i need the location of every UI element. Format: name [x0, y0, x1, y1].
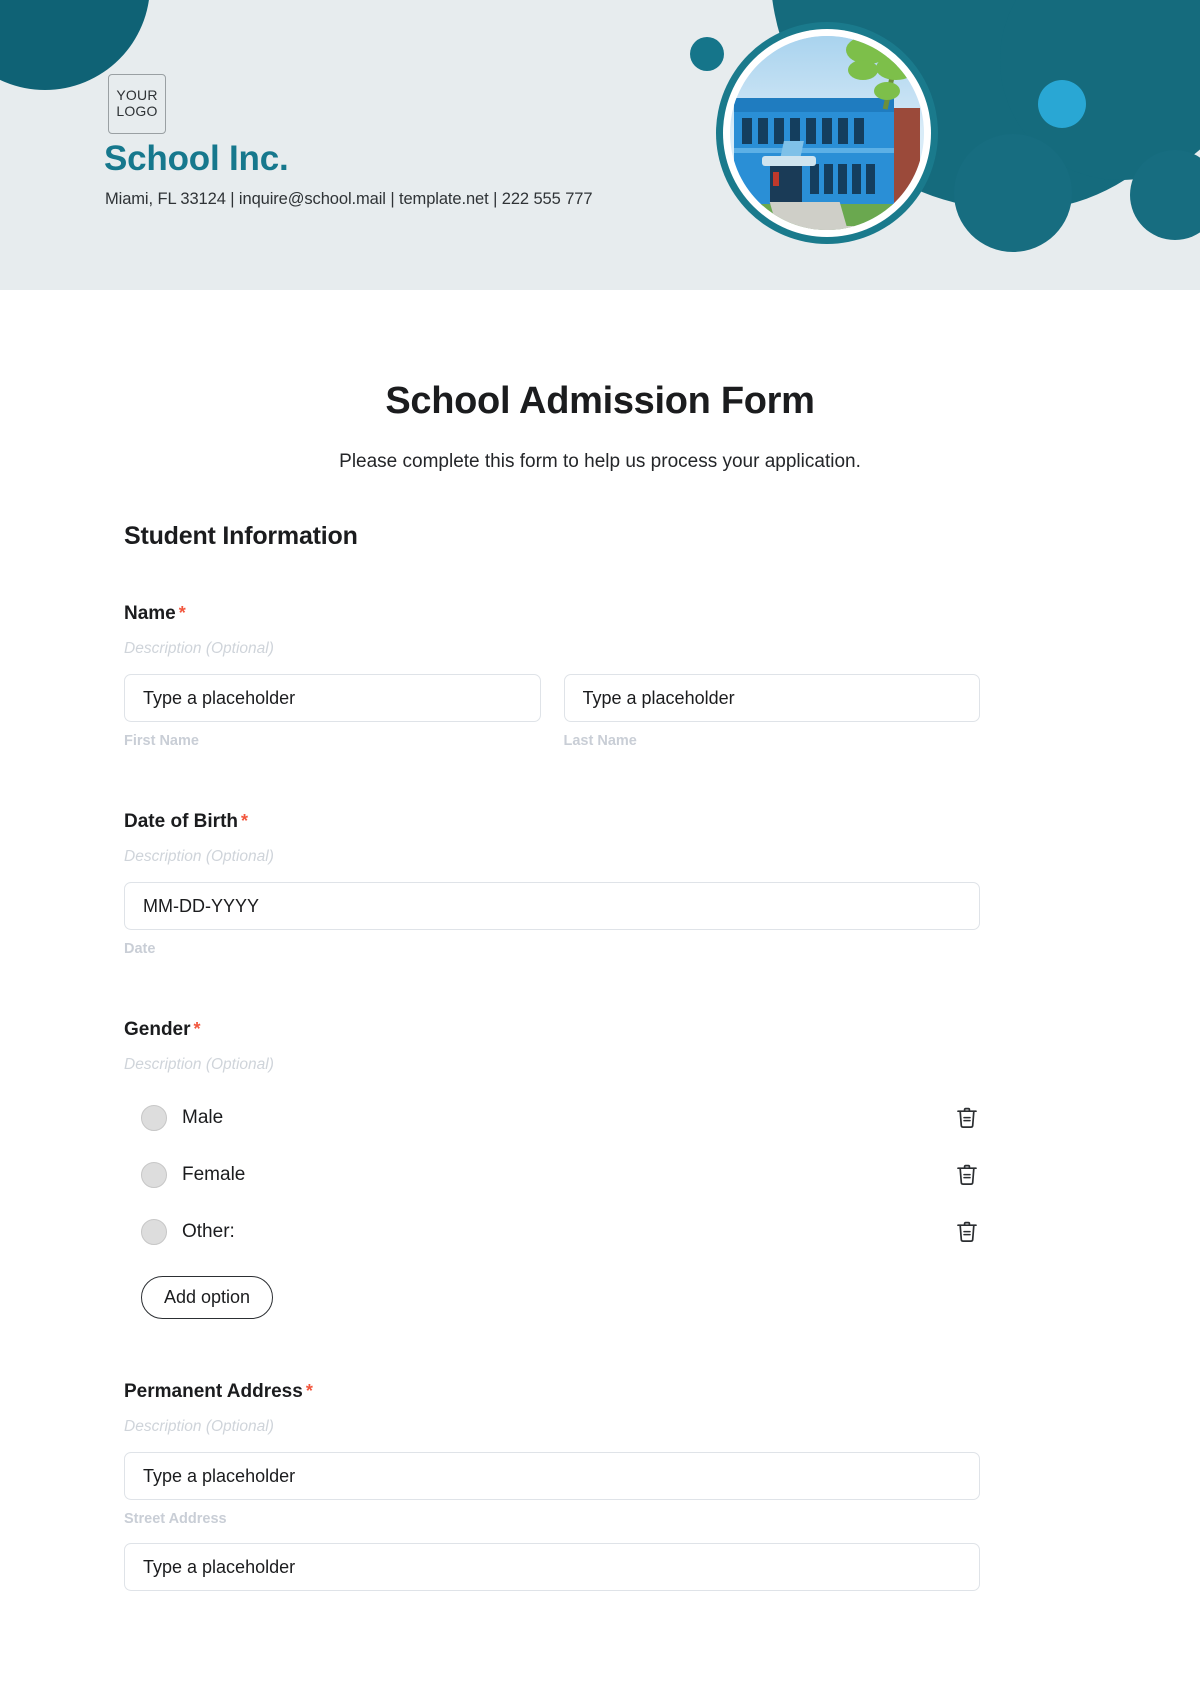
gender-option-female[interactable]: Female: [124, 1155, 980, 1195]
brand-name: School Inc.: [104, 139, 289, 178]
decorative-circle-light-blue: [1038, 80, 1086, 128]
photo-door-accent: [773, 172, 779, 186]
name-input-row: First Name Last Name: [124, 674, 980, 749]
field-description-gender: Description (Optional): [124, 1056, 274, 1073]
photo-window: [852, 164, 861, 194]
delete-option-male-button[interactable]: [954, 1104, 980, 1132]
field-description-date-of-birth: Description (Optional): [124, 848, 274, 865]
school-photo-frame: [716, 22, 938, 244]
page-title: School Admission Form: [385, 380, 815, 422]
gender-option-label: Female: [182, 1164, 246, 1185]
field-label-permanent-address: Permanent Address *: [124, 1381, 980, 1403]
page-header: YOUR LOGO School Inc. Miami, FL 33124 | …: [0, 0, 1200, 290]
photo-window: [774, 118, 784, 144]
street-address-input-row: Street Address: [124, 1452, 980, 1527]
required-marker: *: [305, 1381, 313, 1401]
photo-window: [742, 118, 752, 144]
photo-window: [824, 164, 833, 194]
delete-option-other-button[interactable]: [954, 1218, 980, 1246]
field-description-name: Description (Optional): [124, 640, 274, 657]
required-marker: *: [178, 603, 186, 623]
radio-button-other[interactable]: [141, 1219, 167, 1245]
trash-icon: [957, 1164, 977, 1185]
street-address-input[interactable]: [124, 1452, 980, 1500]
last-name-input[interactable]: [563, 674, 980, 722]
field-label-name: Name *: [124, 603, 980, 625]
add-option-button[interactable]: Add option: [141, 1276, 274, 1319]
school-building-photo: [730, 36, 924, 230]
photo-sidewalk: [730, 226, 924, 230]
photo-window: [838, 164, 847, 194]
first-name-sub-label: First Name: [124, 733, 199, 749]
section-title-student-information: Student Information: [124, 522, 358, 550]
gender-option-male[interactable]: Male: [124, 1098, 980, 1138]
field-label-gender-text: Gender: [124, 1019, 191, 1040]
trash-icon: [957, 1221, 977, 1242]
logo-line-2: LOGO: [116, 103, 158, 119]
field-label-name-text: Name: [124, 603, 176, 624]
photo-window: [810, 164, 819, 194]
address-line-2-group: [124, 1543, 980, 1591]
gender-option-label: Male: [182, 1107, 224, 1128]
field-label-date-of-birth-text: Date of Birth: [124, 811, 238, 832]
gender-options-list: Male Female Other: Add option: [124, 1098, 980, 1319]
first-name-input[interactable]: [124, 674, 541, 722]
admission-form: School Admission Form Please complete th…: [0, 380, 1200, 1591]
radio-button-male[interactable]: [141, 1105, 167, 1131]
address-line-2-input[interactable]: [124, 1543, 980, 1591]
photo-entrance-canopy: [762, 156, 816, 166]
first-name-group: First Name: [124, 674, 541, 749]
field-label-permanent-address-text: Permanent Address: [124, 1381, 303, 1402]
required-marker: *: [193, 1019, 201, 1039]
field-label-gender: Gender *: [124, 1019, 980, 1041]
photo-tree: [810, 36, 924, 126]
date-of-birth-group: Date: [124, 882, 980, 957]
photo-tree-foliage: [848, 60, 878, 80]
last-name-sub-label: Last Name: [563, 733, 637, 749]
field-name: Name* Description (Optional) First Name …: [0, 603, 1200, 749]
date-of-birth-input[interactable]: [124, 882, 980, 930]
brand-contact-line: Miami, FL 33124 | inquire@school.mail | …: [105, 190, 593, 208]
field-gender: Gender * Description (Optional) Male Fem…: [0, 1019, 1200, 1319]
gender-option-label: Other:: [182, 1221, 235, 1242]
field-permanent-address: Permanent Address * Description (Optional…: [0, 1381, 1200, 1591]
trash-icon: [957, 1107, 977, 1128]
street-address-group: Street Address: [124, 1452, 980, 1527]
photo-tree-foliage: [874, 82, 900, 100]
date-sub-label: Date: [124, 941, 156, 957]
date-of-birth-input-row: Date: [124, 882, 980, 957]
last-name-group: Last Name: [563, 674, 980, 749]
field-label-date-of-birth: Date of Birth *: [124, 811, 980, 833]
logo-placeholder[interactable]: YOUR LOGO: [108, 74, 166, 134]
photo-tree-foliage: [876, 56, 916, 80]
photo-window: [758, 118, 768, 144]
street-address-sub-label: Street Address: [124, 1511, 227, 1527]
required-marker: *: [241, 811, 249, 831]
radio-button-female[interactable]: [141, 1162, 167, 1188]
field-date-of-birth: Date of Birth* Description (Optional) Da…: [0, 811, 1200, 957]
address-line-2-input-row: [124, 1543, 980, 1591]
school-photo-inner-ring: [723, 29, 931, 237]
page-subtitle: Please complete this form to help us pro…: [339, 451, 861, 472]
field-description-permanent-address: Description (Optional): [124, 1418, 274, 1435]
decorative-dot-small: [690, 37, 724, 71]
photo-window: [866, 164, 875, 194]
delete-option-female-button[interactable]: [954, 1161, 980, 1189]
gender-option-other[interactable]: Other:: [124, 1212, 980, 1252]
logo-line-1: YOUR: [116, 87, 158, 104]
decorative-circle-medium: [954, 134, 1072, 252]
photo-roof-line: [734, 148, 894, 153]
